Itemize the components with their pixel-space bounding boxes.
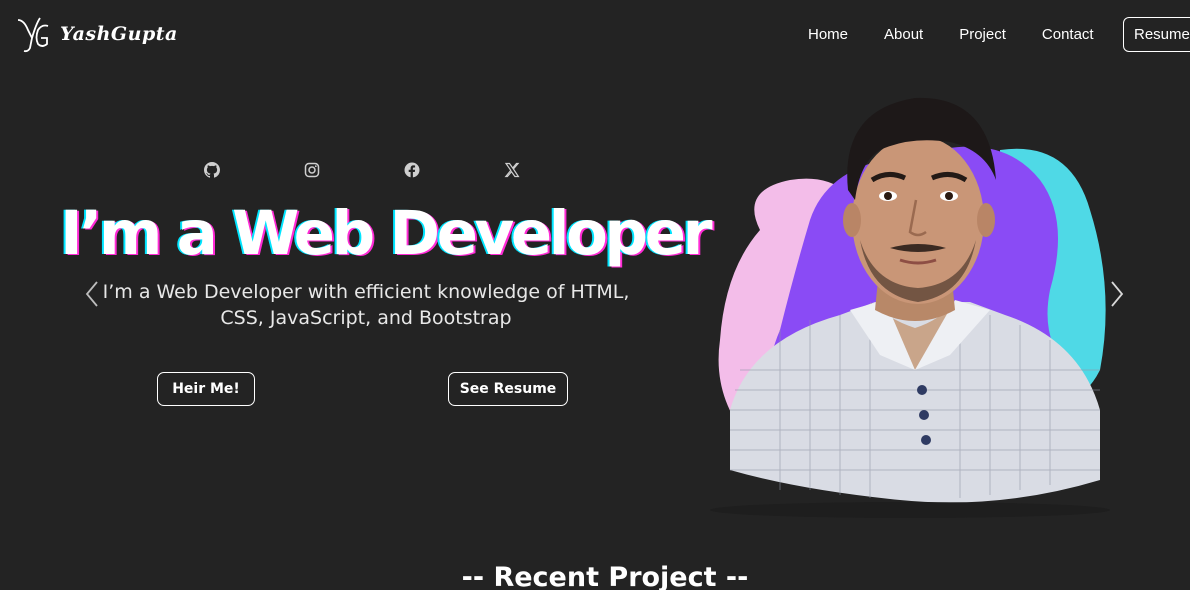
instagram-icon[interactable] bbox=[302, 160, 322, 180]
resume-button[interactable]: Resume bbox=[1123, 17, 1190, 52]
brand-link[interactable]: YashGupta bbox=[14, 14, 178, 54]
profile-portrait bbox=[700, 70, 1120, 520]
see-resume-button[interactable]: See Resume bbox=[448, 372, 568, 406]
recent-project-title: -- Recent Project -- bbox=[461, 562, 749, 590]
hero-description: I’m a Web Developer with efficient knowl… bbox=[102, 281, 630, 329]
nav-about[interactable]: About bbox=[866, 18, 941, 51]
social-links bbox=[0, 160, 700, 182]
yg-monogram-icon bbox=[17, 17, 49, 53]
navbar: YashGupta Home About Project Contact Res… bbox=[0, 0, 1190, 70]
nav-project[interactable]: Project bbox=[941, 18, 1024, 51]
nav-links: Home About Project Contact bbox=[790, 18, 1112, 51]
nav-contact[interactable]: Contact bbox=[1024, 18, 1112, 51]
hire-me-button[interactable]: Heir Me! bbox=[157, 372, 255, 406]
x-twitter-icon[interactable] bbox=[502, 160, 522, 180]
profile-photo bbox=[710, 97, 1110, 518]
chevron-left-icon[interactable] bbox=[80, 278, 104, 310]
github-icon[interactable] bbox=[202, 160, 222, 180]
facebook-icon[interactable] bbox=[402, 160, 422, 180]
nav-home[interactable]: Home bbox=[790, 18, 866, 51]
hero-title: I’m a Web Developer bbox=[60, 198, 713, 269]
brand-name: YashGupta bbox=[60, 23, 178, 45]
